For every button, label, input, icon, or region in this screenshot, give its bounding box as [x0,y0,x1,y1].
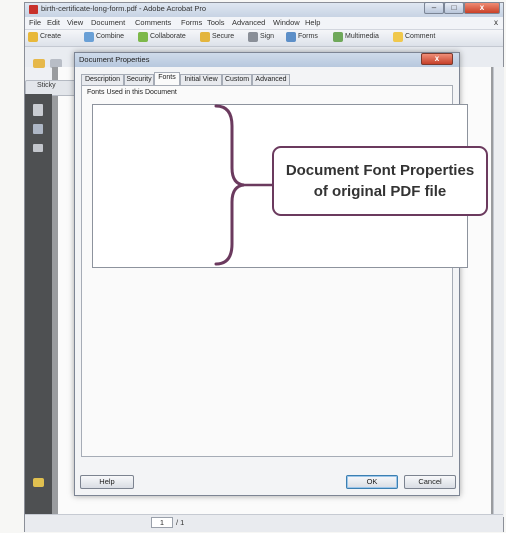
fonts-heading: Fonts Used in this Document [87,89,177,96]
sticky-note-label: Sticky [37,82,56,89]
page-number-field[interactable]: 1 [151,517,173,528]
menu-tools[interactable]: Tools [207,18,225,27]
annotation-brace [214,104,274,266]
maximize-button[interactable]: □ [444,2,464,14]
multimedia-icon [333,32,343,42]
comment-icon [393,32,403,42]
minimize-button[interactable]: – [424,2,444,14]
help-button[interactable]: Help [80,475,134,489]
lock-icon [200,32,210,42]
menu-comments[interactable]: Comments [135,18,171,27]
tab-initial-view[interactable]: Initial View [180,74,222,85]
close-window-button[interactable]: x [464,2,500,14]
toolbar-sign[interactable]: Sign [260,33,274,40]
toolbar-combine[interactable]: Combine [96,33,124,40]
tab-description[interactable]: Description [81,74,124,85]
open-folder-icon[interactable] [33,59,45,68]
menu-document[interactable]: Document [91,18,125,27]
menu-forms[interactable]: Forms [181,18,202,27]
forms-icon [286,32,296,42]
document-close-button[interactable]: x [494,18,498,27]
ok-button[interactable]: OK [346,475,398,489]
attachments-icon[interactable] [33,144,43,152]
cancel-button[interactable]: Cancel [404,475,456,489]
annotation-line-2: of original PDF file [313,183,447,200]
toolbar-multimedia[interactable]: Multimedia [345,33,379,40]
comment-panel-icon[interactable] [33,478,44,487]
toolbar-collaborate[interactable]: Collaborate [150,33,186,40]
menu-edit[interactable]: Edit [47,18,60,27]
bookmarks-icon[interactable] [33,124,43,134]
vertical-scrollbar[interactable] [493,67,504,517]
dialog-close-button[interactable]: x [421,53,453,65]
annotation-line-1: Document Font Properties [285,162,475,179]
pages-icon[interactable] [33,104,43,116]
acrobat-icon [29,5,38,14]
status-bar [25,514,503,532]
menu-view[interactable]: View [67,18,83,27]
tab-custom[interactable]: Custom [222,74,252,85]
toolbar-secure[interactable]: Secure [212,33,234,40]
tab-advanced[interactable]: Advanced [252,74,290,85]
dialog-title: Document Properties [79,55,150,64]
toolbar-forms[interactable]: Forms [298,33,318,40]
menu-help[interactable]: Help [305,18,320,27]
window-title: birth-certificate-long-form.pdf - Adobe … [41,4,207,13]
collaborate-icon [138,32,148,42]
toolbar-create[interactable]: Create [40,33,61,40]
toolbar-comment[interactable]: Comment [405,33,435,40]
menu-file[interactable]: File [29,18,41,27]
pen-icon [248,32,258,42]
navigation-pane [25,94,52,514]
page-total: / 1 [176,518,185,527]
menu-advanced[interactable]: Advanced [232,18,265,27]
tab-fonts[interactable]: Fonts [154,72,180,86]
combine-icon [84,32,94,42]
menu-window[interactable]: Window [273,18,300,27]
create-icon [28,32,38,42]
annotation-callout [272,146,488,216]
tab-security[interactable]: Security [124,74,154,85]
